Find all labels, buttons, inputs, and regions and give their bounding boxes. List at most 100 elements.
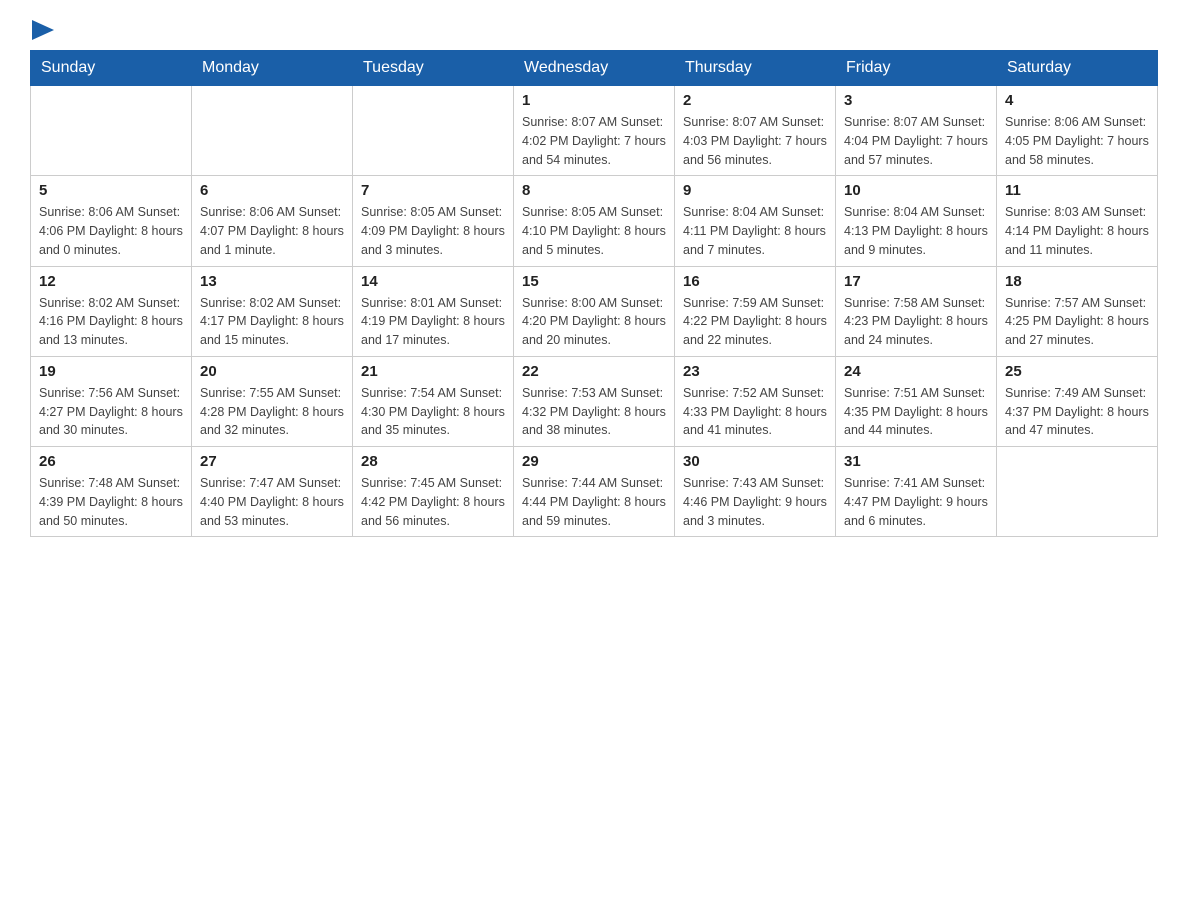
calendar-cell: 21 Sunrise: 7:54 AM Sunset: 4:30 PM Dayli… [353, 356, 514, 446]
day-info: Sunrise: 7:41 AM Sunset: 4:47 PM Dayligh… [844, 474, 988, 530]
day-number: 10 [844, 182, 988, 199]
calendar-cell: 5 Sunrise: 8:06 AM Sunset: 4:06 PM Daylig… [31, 176, 192, 266]
calendar-cell: 8Sunrise: 8:05 AM Sunset: 4:10 PM Daylig… [514, 176, 675, 266]
day-number: 20 [200, 363, 344, 380]
day-number: 9 [683, 182, 827, 199]
day-number: 24 [844, 363, 988, 380]
day-info: Sunrise: 7:54 AM Sunset: 4:30 PM Dayligh… [361, 384, 505, 440]
day-number: 29 [522, 453, 666, 470]
day-info: Sunrise: 8:02 AM Sunset: 4:16 PM Dayligh… [39, 294, 183, 350]
day-info: Sunrise: 7:52 AM Sunset: 4:33 PM Dayligh… [683, 384, 827, 440]
calendar-header-sunday: Sunday [31, 51, 192, 86]
day-number: 3 [844, 92, 988, 109]
day-number: 13 [200, 273, 344, 290]
day-number: 6 [200, 182, 344, 199]
day-info: Sunrise: 7:47 AM Sunset: 4:40 PM Dayligh… [200, 474, 344, 530]
day-info: Sunrise: 7:51 AM Sunset: 4:35 PM Dayligh… [844, 384, 988, 440]
day-number: 19 [39, 363, 183, 380]
calendar-header-wednesday: Wednesday [514, 51, 675, 86]
calendar-cell: 26 Sunrise: 7:48 AM Sunset: 4:39 PM Dayli… [31, 447, 192, 537]
day-info: Sunrise: 8:06 AM Sunset: 4:07 PM Dayligh… [200, 203, 344, 259]
day-number: 12 [39, 273, 183, 290]
calendar-week-row: 1 Sunrise: 8:07 AM Sunset: 4:02 PM Daylig… [31, 86, 1158, 176]
calendar-cell: 1 Sunrise: 8:07 AM Sunset: 4:02 PM Daylig… [514, 86, 675, 176]
day-number: 18 [1005, 273, 1149, 290]
day-number: 28 [361, 453, 505, 470]
day-number: 17 [844, 273, 988, 290]
day-number: 26 [39, 453, 183, 470]
day-info: Sunrise: 7:44 AM Sunset: 4:44 PM Dayligh… [522, 474, 666, 530]
day-info: Sunrise: 7:43 AM Sunset: 4:46 PM Dayligh… [683, 474, 827, 530]
day-number: 21 [361, 363, 505, 380]
calendar-cell [353, 86, 514, 176]
calendar-week-row: 12 Sunrise: 8:02 AM Sunset: 4:16 PM Dayli… [31, 266, 1158, 356]
calendar-cell: 6 Sunrise: 8:06 AM Sunset: 4:07 PM Daylig… [192, 176, 353, 266]
day-number: 31 [844, 453, 988, 470]
calendar-cell: 9 Sunrise: 8:04 AM Sunset: 4:11 PM Daylig… [675, 176, 836, 266]
day-number: 4 [1005, 92, 1149, 109]
day-number: 16 [683, 273, 827, 290]
calendar-cell: 14 Sunrise: 8:01 AM Sunset: 4:19 PM Dayli… [353, 266, 514, 356]
day-number: 25 [1005, 363, 1149, 380]
calendar-cell: 31 Sunrise: 7:41 AM Sunset: 4:47 PM Dayli… [836, 447, 997, 537]
calendar-cell: 25 Sunrise: 7:49 AM Sunset: 4:37 PM Dayli… [997, 356, 1158, 446]
day-info: Sunrise: 7:56 AM Sunset: 4:27 PM Dayligh… [39, 384, 183, 440]
day-number: 5 [39, 182, 183, 199]
day-info: Sunrise: 8:04 AM Sunset: 4:11 PM Dayligh… [683, 203, 827, 259]
day-info: Sunrise: 8:07 AM Sunset: 4:02 PM Dayligh… [522, 113, 666, 169]
calendar-cell: 22 Sunrise: 7:53 AM Sunset: 4:32 PM Dayli… [514, 356, 675, 446]
day-info: Sunrise: 7:53 AM Sunset: 4:32 PM Dayligh… [522, 384, 666, 440]
calendar-cell: 3 Sunrise: 8:07 AM Sunset: 4:04 PM Daylig… [836, 86, 997, 176]
calendar-cell: 24 Sunrise: 7:51 AM Sunset: 4:35 PM Dayli… [836, 356, 997, 446]
day-number: 27 [200, 453, 344, 470]
day-info: Sunrise: 7:59 AM Sunset: 4:22 PM Dayligh… [683, 294, 827, 350]
calendar-header-monday: Monday [192, 51, 353, 86]
day-info: Sunrise: 8:07 AM Sunset: 4:03 PM Dayligh… [683, 113, 827, 169]
day-number: 15 [522, 273, 666, 290]
day-info: Sunrise: 8:05 AM Sunset: 4:10 PM Dayligh… [522, 203, 666, 259]
day-number: 23 [683, 363, 827, 380]
calendar-cell: 16 Sunrise: 7:59 AM Sunset: 4:22 PM Dayli… [675, 266, 836, 356]
calendar-header-row: SundayMondayTuesdayWednesdayThursdayFrid… [31, 51, 1158, 86]
day-number: 14 [361, 273, 505, 290]
calendar-cell: 2Sunrise: 8:07 AM Sunset: 4:03 PM Daylig… [675, 86, 836, 176]
calendar-week-row: 5 Sunrise: 8:06 AM Sunset: 4:06 PM Daylig… [31, 176, 1158, 266]
day-number: 22 [522, 363, 666, 380]
calendar-cell: 15 Sunrise: 8:00 AM Sunset: 4:20 PM Dayli… [514, 266, 675, 356]
calendar-cell [31, 86, 192, 176]
calendar-cell: 13Sunrise: 8:02 AM Sunset: 4:17 PM Dayli… [192, 266, 353, 356]
day-info: Sunrise: 8:01 AM Sunset: 4:19 PM Dayligh… [361, 294, 505, 350]
calendar-header-tuesday: Tuesday [353, 51, 514, 86]
calendar-cell: 10 Sunrise: 8:04 AM Sunset: 4:13 PM Dayli… [836, 176, 997, 266]
day-number: 1 [522, 92, 666, 109]
calendar-header-friday: Friday [836, 51, 997, 86]
calendar-table: SundayMondayTuesdayWednesdayThursdayFrid… [30, 50, 1158, 537]
day-info: Sunrise: 8:06 AM Sunset: 4:06 PM Dayligh… [39, 203, 183, 259]
page-header [30, 20, 1158, 40]
day-info: Sunrise: 8:04 AM Sunset: 4:13 PM Dayligh… [844, 203, 988, 259]
calendar-cell: 4 Sunrise: 8:06 AM Sunset: 4:05 PM Daylig… [997, 86, 1158, 176]
day-info: Sunrise: 8:07 AM Sunset: 4:04 PM Dayligh… [844, 113, 988, 169]
calendar-cell: 12 Sunrise: 8:02 AM Sunset: 4:16 PM Dayli… [31, 266, 192, 356]
calendar-cell: 27 Sunrise: 7:47 AM Sunset: 4:40 PM Dayli… [192, 447, 353, 537]
calendar-cell: 23 Sunrise: 7:52 AM Sunset: 4:33 PM Dayli… [675, 356, 836, 446]
day-info: Sunrise: 7:49 AM Sunset: 4:37 PM Dayligh… [1005, 384, 1149, 440]
day-info: Sunrise: 8:06 AM Sunset: 4:05 PM Dayligh… [1005, 113, 1149, 169]
logo-arrow-icon [32, 20, 54, 40]
day-info: Sunrise: 8:03 AM Sunset: 4:14 PM Dayligh… [1005, 203, 1149, 259]
logo [30, 20, 54, 40]
day-info: Sunrise: 7:58 AM Sunset: 4:23 PM Dayligh… [844, 294, 988, 350]
day-number: 7 [361, 182, 505, 199]
day-info: Sunrise: 7:55 AM Sunset: 4:28 PM Dayligh… [200, 384, 344, 440]
calendar-week-row: 26 Sunrise: 7:48 AM Sunset: 4:39 PM Dayli… [31, 447, 1158, 537]
calendar-cell: 19 Sunrise: 7:56 AM Sunset: 4:27 PM Dayli… [31, 356, 192, 446]
calendar-cell: 30Sunrise: 7:43 AM Sunset: 4:46 PM Dayli… [675, 447, 836, 537]
day-info: Sunrise: 8:00 AM Sunset: 4:20 PM Dayligh… [522, 294, 666, 350]
calendar-cell [997, 447, 1158, 537]
calendar-cell: 18Sunrise: 7:57 AM Sunset: 4:25 PM Dayli… [997, 266, 1158, 356]
day-info: Sunrise: 8:05 AM Sunset: 4:09 PM Dayligh… [361, 203, 505, 259]
calendar-week-row: 19 Sunrise: 7:56 AM Sunset: 4:27 PM Dayli… [31, 356, 1158, 446]
calendar-cell [192, 86, 353, 176]
day-info: Sunrise: 7:45 AM Sunset: 4:42 PM Dayligh… [361, 474, 505, 530]
day-info: Sunrise: 7:48 AM Sunset: 4:39 PM Dayligh… [39, 474, 183, 530]
